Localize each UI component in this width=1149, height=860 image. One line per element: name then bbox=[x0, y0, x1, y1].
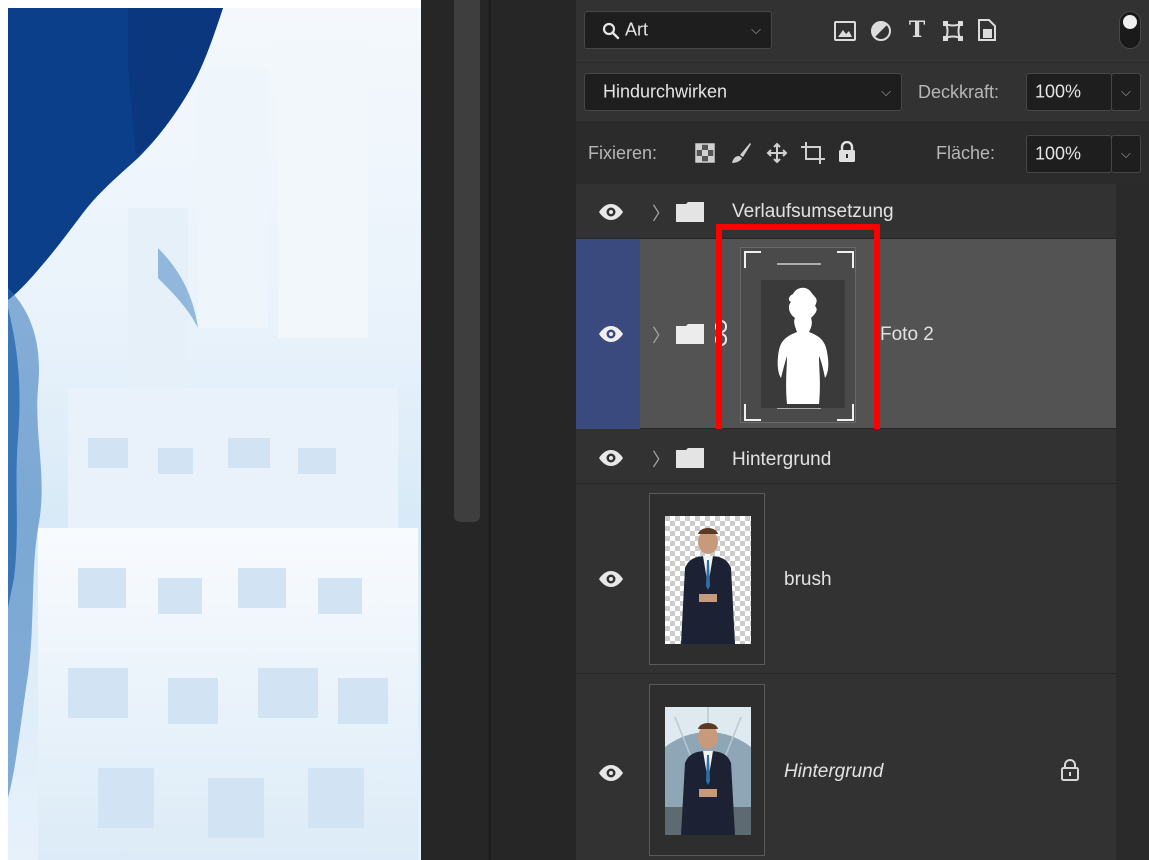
lock-label: Fixieren: bbox=[588, 143, 658, 163]
filter-toggle-switch[interactable] bbox=[1119, 11, 1141, 49]
lock-paint-icon[interactable] bbox=[728, 140, 754, 166]
text-filter-icon[interactable]: T bbox=[904, 17, 930, 43]
smart-object-filter-icon[interactable] bbox=[974, 17, 1000, 43]
layer-thumbnail-frame[interactable] bbox=[649, 493, 765, 665]
fill-input[interactable]: 100% bbox=[1026, 135, 1112, 173]
canvas-artwork bbox=[8, 8, 418, 860]
chevron-down-icon: ⌵ bbox=[1121, 146, 1131, 161]
fill-dropdown-button[interactable]: ⌵ bbox=[1111, 135, 1141, 173]
layer-name[interactable]: Foto 2 bbox=[880, 324, 934, 346]
opacity-value: 100% bbox=[1035, 81, 1082, 102]
layers-scrollbar-track[interactable] bbox=[1116, 184, 1149, 860]
lock-all-icon[interactable] bbox=[834, 139, 860, 165]
opacity-input[interactable]: 100% bbox=[1026, 73, 1112, 111]
person-photo-thumbnail-icon bbox=[665, 707, 751, 835]
layer-thumbnail-frame[interactable] bbox=[649, 684, 765, 856]
blend-mode-select[interactable]: Hindurchwirken ⌵ bbox=[584, 73, 902, 111]
layer-name[interactable]: Hintergrund bbox=[732, 449, 831, 471]
blend-mode-value: Hindurchwirken bbox=[603, 81, 728, 102]
image-filter-icon[interactable] bbox=[832, 18, 858, 44]
panel-divider bbox=[488, 0, 491, 860]
eye-visibility-icon[interactable] bbox=[598, 203, 624, 221]
chevron-right-icon[interactable]: 〉 bbox=[652, 446, 670, 472]
layer-filter-bar: Art ⌵ T bbox=[576, 0, 1149, 62]
canvas-panel-gap bbox=[421, 0, 576, 860]
folder-icon bbox=[676, 202, 704, 222]
layer-row-hintergrund-background[interactable]: Hintergrund bbox=[576, 674, 1116, 860]
filter-kind-value: Art bbox=[625, 19, 649, 40]
layer-row-brush[interactable]: brush bbox=[576, 484, 1116, 674]
layer-name[interactable]: Verlaufsumsetzung bbox=[732, 201, 894, 223]
fill-value: 100% bbox=[1035, 143, 1082, 164]
lock-transparent-icon[interactable] bbox=[692, 140, 718, 166]
folder-icon bbox=[676, 448, 704, 468]
lock-position-icon[interactable] bbox=[764, 140, 790, 166]
eye-visibility-icon[interactable] bbox=[598, 764, 624, 782]
highlight-annotation-box bbox=[716, 224, 880, 449]
layer-name[interactable]: Hintergrund bbox=[784, 761, 883, 783]
chevron-right-icon[interactable]: 〉 bbox=[652, 322, 670, 348]
blend-opacity-bar: Hindurchwirken ⌵ Deckkraft: 100% ⌵ bbox=[576, 62, 1149, 122]
eye-visibility-icon[interactable] bbox=[598, 325, 624, 343]
eye-visibility-icon[interactable] bbox=[598, 449, 624, 467]
document-canvas[interactable] bbox=[8, 8, 421, 860]
lock-icon[interactable] bbox=[1060, 758, 1080, 782]
filter-kind-select[interactable]: Art ⌵ bbox=[584, 11, 772, 49]
layer-name[interactable]: brush bbox=[784, 569, 832, 591]
layer-row-hintergrund-group[interactable]: 〉 Hintergrund bbox=[576, 429, 1116, 484]
fill-label: Fläche: bbox=[936, 143, 996, 163]
lock-fill-bar: Fixieren: Fläche: 100% ⌵ bbox=[576, 122, 1149, 184]
lock-artboard-icon[interactable] bbox=[800, 140, 826, 166]
adjustment-filter-icon[interactable] bbox=[868, 18, 894, 44]
opacity-label: Deckkraft: bbox=[918, 82, 1000, 102]
canvas-vertical-scrollbar[interactable] bbox=[454, 0, 480, 522]
opacity-dropdown-button[interactable]: ⌵ bbox=[1111, 73, 1141, 111]
chevron-down-icon: ⌵ bbox=[751, 22, 761, 37]
search-icon bbox=[602, 22, 620, 40]
chevron-down-icon: ⌵ bbox=[1121, 84, 1131, 99]
layers-panel: Art ⌵ T Hindurchwirken ⌵ Deckkraft: 100% bbox=[576, 0, 1149, 860]
eye-visibility-icon[interactable] bbox=[598, 570, 624, 588]
chevron-down-icon: ⌵ bbox=[881, 84, 891, 99]
person-thumbnail-icon bbox=[665, 516, 751, 644]
shape-filter-icon[interactable] bbox=[940, 18, 966, 44]
chevron-right-icon[interactable]: 〉 bbox=[652, 200, 670, 226]
folder-icon bbox=[676, 324, 704, 344]
